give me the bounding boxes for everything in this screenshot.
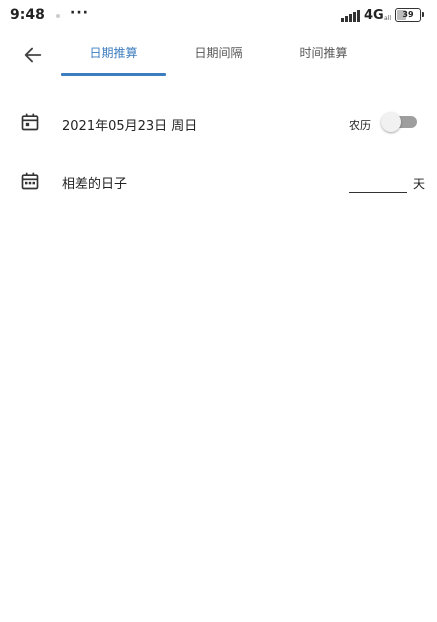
- date-row[interactable]: 2021年05月23日 周日 农历: [0, 102, 437, 142]
- tab-date-interval[interactable]: 日期间隔: [176, 44, 261, 64]
- calendar-range-icon: [21, 172, 39, 190]
- days-difference-label: 相差的日子: [62, 177, 128, 192]
- status-bar: 9:48 ··· 4G all 39: [0, 0, 437, 30]
- status-dot-icon: [56, 14, 60, 18]
- battery-icon: 39: [395, 8, 424, 22]
- status-more-icon: ···: [70, 5, 89, 21]
- days-difference-input[interactable]: [349, 173, 407, 193]
- tab-date-calc[interactable]: 日期推算: [61, 44, 166, 64]
- lunar-toggle-knob: [381, 112, 401, 132]
- tab-time-calc[interactable]: 时间推算: [281, 44, 366, 64]
- lunar-toggle[interactable]: [381, 111, 417, 133]
- arrow-left-icon: [24, 47, 42, 63]
- status-time: 9:48: [10, 7, 45, 23]
- back-button[interactable]: [18, 40, 48, 70]
- calendar-icon: [21, 113, 39, 131]
- network-type-label: 4G: [364, 8, 384, 23]
- active-tab-indicator: [61, 73, 166, 76]
- days-unit-label: 天: [413, 177, 426, 191]
- lunar-label: 农历: [349, 119, 371, 132]
- date-calculator-screen: 9:48 ··· 4G all 39 日期推算 日期间隔 时间推算 2021年0…: [0, 0, 437, 622]
- days-difference-row: 相差的日子 天: [0, 161, 437, 201]
- selected-date[interactable]: 2021年05月23日 周日: [62, 115, 197, 134]
- battery-percentage: 39: [402, 10, 414, 19]
- signal-icon: [341, 10, 360, 22]
- network-sub-label: all: [384, 15, 392, 22]
